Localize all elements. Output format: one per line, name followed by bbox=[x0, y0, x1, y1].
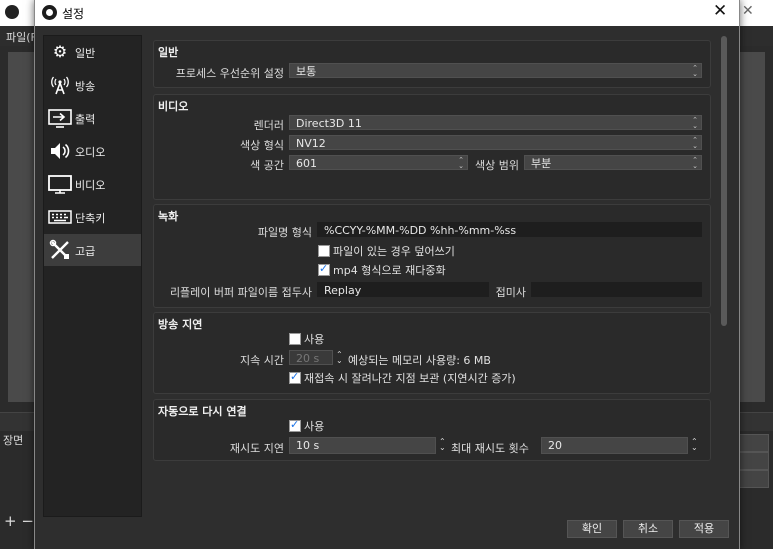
delay-duration-input[interactable]: 20 s bbox=[289, 350, 333, 365]
color-range-value: 부분 bbox=[531, 157, 552, 170]
replay-suffix-input[interactable] bbox=[531, 282, 702, 297]
recording-group: 녹화 파일명 형식 %CCYY-%MM-%DD %hh-%mm-%ss 파일이 … bbox=[153, 204, 711, 308]
filename-format-label: 파일명 형식 bbox=[257, 226, 312, 239]
output-monitor-icon bbox=[48, 107, 72, 129]
sidebar-item-label: 출력 bbox=[75, 113, 96, 126]
close-icon[interactable]: ✕ bbox=[713, 1, 727, 21]
select-arrows-icon: ⌃ ⌄ bbox=[692, 116, 698, 130]
max-retries-input[interactable]: 20 bbox=[541, 437, 688, 454]
renderer-label: 렌더러 bbox=[253, 119, 284, 132]
keyboard-icon bbox=[48, 206, 72, 228]
remux-mp4-label: mp4 형식으로 재다중화 bbox=[333, 264, 446, 277]
filename-format-input[interactable]: %CCYY-%MM-%DD %hh-%mm-%ss bbox=[317, 222, 702, 237]
process-priority-label: 프로세스 우선순위 설정 bbox=[175, 67, 284, 80]
apply-button[interactable]: 적용 bbox=[679, 520, 729, 538]
select-arrows-icon: ⌃ ⌄ bbox=[692, 64, 698, 78]
cancel-button[interactable]: 취소 bbox=[623, 520, 673, 538]
retry-delay-label: 재시도 지연 bbox=[229, 442, 284, 455]
color-space-label: 색 공간 bbox=[250, 159, 284, 172]
general-group-title: 일반 bbox=[158, 46, 179, 59]
color-range-label: 색상 범위 bbox=[475, 159, 519, 172]
preserve-cutoff-checkbox[interactable] bbox=[289, 370, 301, 384]
scenes-label: 장면 bbox=[3, 434, 24, 447]
auto-reconnect-group-title: 자동으로 다시 연결 bbox=[158, 405, 247, 418]
advanced-settings-panel: 일반 프로세스 우선순위 설정 보통 ⌃ ⌄ 비디오 렌더러 Direct3D 1… bbox=[149, 35, 719, 475]
sidebar-item-output[interactable]: 출력 bbox=[44, 102, 141, 134]
spinner-arrows-icon[interactable]: ⌃ ⌄ bbox=[691, 438, 698, 452]
gear-icon: ⚙ bbox=[52, 42, 68, 61]
speaker-icon bbox=[48, 140, 72, 162]
sidebar-item-stream[interactable]: 방송 bbox=[44, 69, 141, 101]
obs-logo-icon bbox=[42, 5, 57, 20]
color-space-select[interactable]: 601 ⌃ ⌄ bbox=[289, 155, 468, 170]
ok-button[interactable]: 확인 bbox=[567, 520, 617, 538]
spinner-arrows-icon[interactable]: ⌃ ⌄ bbox=[439, 438, 446, 452]
spinner-arrows-icon[interactable]: ⌃ ⌄ bbox=[336, 351, 343, 365]
color-format-select[interactable]: NV12 ⌃ ⌄ bbox=[289, 135, 702, 150]
delay-duration-label: 지속 시간 bbox=[240, 354, 284, 367]
settings-sidebar: ⚙ 일반 방송 출력 오디오 비디오 단축키 고급 bbox=[43, 35, 142, 517]
monitor-icon bbox=[48, 173, 72, 195]
sidebar-item-label: 단축키 bbox=[75, 212, 106, 225]
color-space-value: 601 bbox=[296, 157, 317, 170]
renderer-value: Direct3D 11 bbox=[296, 117, 362, 130]
color-range-select[interactable]: 부분 ⌃ ⌄ bbox=[524, 155, 702, 170]
broadcast-antenna-icon bbox=[48, 74, 72, 96]
color-format-value: NV12 bbox=[296, 137, 326, 150]
settings-scrollbar[interactable] bbox=[721, 36, 727, 326]
recording-group-title: 녹화 bbox=[158, 210, 179, 223]
obs-app-icon bbox=[5, 5, 19, 19]
preserve-cutoff-label: 재접속 시 잘려나간 지점 보관 (지연시간 증가) bbox=[304, 372, 516, 385]
memory-estimate-text: 예상되는 메모리 사용량: 6 MB bbox=[348, 354, 491, 367]
stream-delay-group-title: 방송 지연 bbox=[158, 318, 203, 331]
overwrite-checkbox[interactable] bbox=[318, 245, 330, 257]
select-arrows-icon: ⌃ ⌄ bbox=[458, 156, 464, 170]
dialog-titlebar: 설정 ✕ bbox=[35, 0, 739, 26]
sidebar-item-general[interactable]: ⚙ 일반 bbox=[44, 36, 141, 68]
stream-delay-group: 방송 지연 사용 지속 시간 20 s ⌃ ⌄ 예상되는 메모리 사용량: 6 M… bbox=[153, 312, 711, 394]
stream-delay-enable-label: 사용 bbox=[304, 333, 325, 346]
process-priority-select[interactable]: 보통 ⌃ ⌄ bbox=[289, 63, 702, 78]
stream-delay-enable-checkbox[interactable] bbox=[289, 333, 301, 345]
add-scene-icon[interactable]: + − bbox=[4, 512, 34, 530]
renderer-select[interactable]: Direct3D 11 ⌃ ⌄ bbox=[289, 115, 702, 130]
color-format-label: 색상 형식 bbox=[240, 139, 284, 152]
process-priority-value: 보통 bbox=[296, 65, 317, 78]
settings-dialog: 설정 ✕ ⚙ 일반 방송 출력 오디오 비디오 단축키 고급 일반 프로세스 우… bbox=[34, 0, 740, 549]
remux-mp4-checkbox[interactable] bbox=[318, 262, 330, 276]
menu-file[interactable]: 파일(F bbox=[6, 29, 37, 45]
sidebar-item-label: 비디오 bbox=[75, 179, 106, 192]
overwrite-label: 파일이 있는 경우 덮어쓰기 bbox=[333, 245, 455, 258]
sidebar-item-video[interactable]: 비디오 bbox=[44, 168, 141, 200]
replay-suffix-label: 접미사 bbox=[495, 286, 526, 299]
sidebar-item-label: 방송 bbox=[75, 80, 96, 93]
tools-icon bbox=[48, 239, 72, 261]
video-group: 비디오 렌더러 Direct3D 11 ⌃ ⌄ 색상 형식 NV12 ⌃ ⌄ 색 공… bbox=[153, 94, 711, 200]
general-group: 일반 프로세스 우선순위 설정 보통 ⌃ ⌄ bbox=[153, 40, 711, 88]
auto-reconnect-enable-label: 사용 bbox=[304, 420, 325, 433]
auto-reconnect-group: 자동으로 다시 연결 사용 재시도 지연 10 s ⌃⌄ 최대 재시도 횟수 2… bbox=[153, 399, 711, 461]
replay-prefix-label: 리플레이 버퍼 파일이름 접두사 bbox=[169, 286, 312, 299]
main-window-close-icon[interactable]: ✕ bbox=[742, 3, 754, 19]
select-arrows-icon: ⌃ ⌄ bbox=[692, 136, 698, 150]
auto-reconnect-enable-checkbox[interactable] bbox=[289, 418, 301, 432]
replay-prefix-input[interactable]: Replay bbox=[317, 282, 489, 297]
sidebar-item-label: 일반 bbox=[75, 47, 96, 60]
retry-delay-input[interactable]: 10 s bbox=[289, 437, 436, 454]
sidebar-item-audio[interactable]: 오디오 bbox=[44, 135, 141, 167]
sidebar-item-hotkeys[interactable]: 단축키 bbox=[44, 201, 141, 233]
dialog-title: 설정 bbox=[62, 7, 85, 21]
select-arrows-icon: ⌃ ⌄ bbox=[692, 156, 698, 170]
max-retries-label: 최대 재시도 횟수 bbox=[451, 442, 529, 455]
sidebar-item-label: 고급 bbox=[75, 245, 96, 258]
sidebar-item-advanced[interactable]: 고급 bbox=[44, 234, 141, 266]
video-group-title: 비디오 bbox=[158, 100, 189, 113]
sidebar-item-label: 오디오 bbox=[75, 146, 106, 159]
